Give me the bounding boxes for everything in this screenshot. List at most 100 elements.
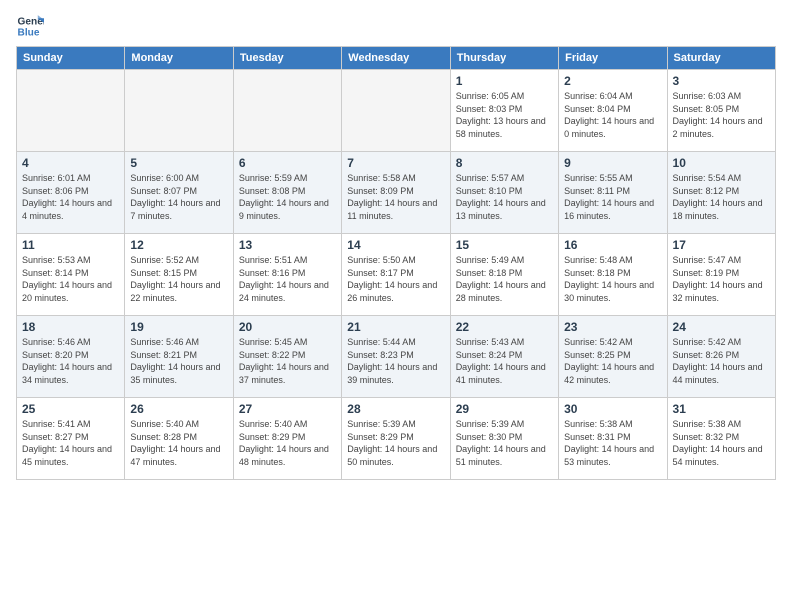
day-info: Sunrise: 6:04 AMSunset: 8:04 PMDaylight:… bbox=[564, 90, 661, 140]
day-number: 26 bbox=[130, 402, 227, 416]
day-info: Sunrise: 5:42 AMSunset: 8:26 PMDaylight:… bbox=[673, 336, 770, 386]
calendar-cell: 26 Sunrise: 5:40 AMSunset: 8:28 PMDayligh… bbox=[125, 398, 233, 480]
day-info: Sunrise: 5:58 AMSunset: 8:09 PMDaylight:… bbox=[347, 172, 444, 222]
calendar-cell: 11Sunrise: 5:53 AMSunset: 8:14 PMDayligh… bbox=[17, 234, 125, 316]
calendar-cell: 23 Sunrise: 5:42 AMSunset: 8:25 PMDayligh… bbox=[559, 316, 667, 398]
calendar-cell: 9Sunrise: 5:55 AMSunset: 8:11 PMDaylight… bbox=[559, 152, 667, 234]
calendar-cell: 13 Sunrise: 5:51 AMSunset: 8:16 PMDayligh… bbox=[233, 234, 341, 316]
calendar-cell: 14 Sunrise: 5:50 AMSunset: 8:17 PMDayligh… bbox=[342, 234, 450, 316]
calendar-cell: 5 Sunrise: 6:00 AMSunset: 8:07 PMDaylight… bbox=[125, 152, 233, 234]
calendar-cell: 28 Sunrise: 5:39 AMSunset: 8:29 PMDayligh… bbox=[342, 398, 450, 480]
day-info: Sunrise: 6:00 AMSunset: 8:07 PMDaylight:… bbox=[130, 172, 227, 222]
day-number: 7 bbox=[347, 156, 444, 170]
day-number: 31 bbox=[673, 402, 770, 416]
day-number: 28 bbox=[347, 402, 444, 416]
calendar-week-4: 18 Sunrise: 5:46 AMSunset: 8:20 PMDayligh… bbox=[17, 316, 776, 398]
calendar-cell: 3 Sunrise: 6:03 AMSunset: 8:05 PMDaylight… bbox=[667, 70, 775, 152]
calendar-cell: 31 Sunrise: 5:38 AMSunset: 8:32 PMDayligh… bbox=[667, 398, 775, 480]
col-header-monday: Monday bbox=[125, 47, 233, 70]
calendar-cell bbox=[125, 70, 233, 152]
calendar-cell: 29 Sunrise: 5:39 AMSunset: 8:30 PMDayligh… bbox=[450, 398, 558, 480]
day-info: Sunrise: 5:49 AMSunset: 8:18 PMDaylight:… bbox=[456, 254, 553, 304]
day-info: Sunrise: 5:59 AMSunset: 8:08 PMDaylight:… bbox=[239, 172, 336, 222]
calendar-cell: 12 Sunrise: 5:52 AMSunset: 8:15 PMDayligh… bbox=[125, 234, 233, 316]
calendar-cell: 6 Sunrise: 5:59 AMSunset: 8:08 PMDaylight… bbox=[233, 152, 341, 234]
col-header-friday: Friday bbox=[559, 47, 667, 70]
day-info: Sunrise: 5:57 AMSunset: 8:10 PMDaylight:… bbox=[456, 172, 553, 222]
day-info: Sunrise: 5:44 AMSunset: 8:23 PMDaylight:… bbox=[347, 336, 444, 386]
header-row: SundayMondayTuesdayWednesdayThursdayFrid… bbox=[17, 47, 776, 70]
day-number: 4 bbox=[22, 156, 119, 170]
day-info: Sunrise: 5:39 AMSunset: 8:29 PMDaylight:… bbox=[347, 418, 444, 468]
day-number: 20 bbox=[239, 320, 336, 334]
day-info: Sunrise: 5:38 AMSunset: 8:31 PMDaylight:… bbox=[564, 418, 661, 468]
calendar-cell: 20 Sunrise: 5:45 AMSunset: 8:22 PMDayligh… bbox=[233, 316, 341, 398]
calendar-cell: 17Sunrise: 5:47 AMSunset: 8:19 PMDayligh… bbox=[667, 234, 775, 316]
calendar-week-2: 4 Sunrise: 6:01 AMSunset: 8:06 PMDaylight… bbox=[17, 152, 776, 234]
day-info: Sunrise: 6:03 AMSunset: 8:05 PMDaylight:… bbox=[673, 90, 770, 140]
day-info: Sunrise: 6:01 AMSunset: 8:06 PMDaylight:… bbox=[22, 172, 119, 222]
calendar-cell: 25 Sunrise: 5:41 AMSunset: 8:27 PMDayligh… bbox=[17, 398, 125, 480]
calendar-cell: 10Sunrise: 5:54 AMSunset: 8:12 PMDayligh… bbox=[667, 152, 775, 234]
day-info: Sunrise: 5:39 AMSunset: 8:30 PMDaylight:… bbox=[456, 418, 553, 468]
day-number: 3 bbox=[673, 74, 770, 88]
svg-text:Blue: Blue bbox=[18, 27, 40, 38]
calendar-cell bbox=[233, 70, 341, 152]
day-info: Sunrise: 5:50 AMSunset: 8:17 PMDaylight:… bbox=[347, 254, 444, 304]
day-number: 6 bbox=[239, 156, 336, 170]
calendar-cell: 19 Sunrise: 5:46 AMSunset: 8:21 PMDayligh… bbox=[125, 316, 233, 398]
day-info: Sunrise: 5:51 AMSunset: 8:16 PMDaylight:… bbox=[239, 254, 336, 304]
header: General Blue bbox=[16, 12, 776, 40]
day-info: Sunrise: 5:46 AMSunset: 8:20 PMDaylight:… bbox=[22, 336, 119, 386]
day-number: 25 bbox=[22, 402, 119, 416]
calendar-week-1: 1Sunrise: 6:05 AMSunset: 8:03 PMDaylight… bbox=[17, 70, 776, 152]
day-number: 18 bbox=[22, 320, 119, 334]
day-number: 14 bbox=[347, 238, 444, 252]
day-info: Sunrise: 5:46 AMSunset: 8:21 PMDaylight:… bbox=[130, 336, 227, 386]
day-number: 16 bbox=[564, 238, 661, 252]
day-number: 9 bbox=[564, 156, 661, 170]
day-number: 19 bbox=[130, 320, 227, 334]
day-number: 5 bbox=[130, 156, 227, 170]
day-info: Sunrise: 5:54 AMSunset: 8:12 PMDaylight:… bbox=[673, 172, 770, 222]
day-info: Sunrise: 5:43 AMSunset: 8:24 PMDaylight:… bbox=[456, 336, 553, 386]
day-number: 15 bbox=[456, 238, 553, 252]
day-info: Sunrise: 5:38 AMSunset: 8:32 PMDaylight:… bbox=[673, 418, 770, 468]
day-number: 21 bbox=[347, 320, 444, 334]
calendar-cell: 16 Sunrise: 5:48 AMSunset: 8:18 PMDayligh… bbox=[559, 234, 667, 316]
calendar-cell: 18 Sunrise: 5:46 AMSunset: 8:20 PMDayligh… bbox=[17, 316, 125, 398]
calendar-table: SundayMondayTuesdayWednesdayThursdayFrid… bbox=[16, 46, 776, 480]
calendar-cell: 21 Sunrise: 5:44 AMSunset: 8:23 PMDayligh… bbox=[342, 316, 450, 398]
calendar-cell: 4 Sunrise: 6:01 AMSunset: 8:06 PMDaylight… bbox=[17, 152, 125, 234]
logo-icon: General Blue bbox=[16, 12, 44, 40]
day-info: Sunrise: 5:45 AMSunset: 8:22 PMDaylight:… bbox=[239, 336, 336, 386]
col-header-wednesday: Wednesday bbox=[342, 47, 450, 70]
calendar-cell: 24 Sunrise: 5:42 AMSunset: 8:26 PMDayligh… bbox=[667, 316, 775, 398]
day-number: 27 bbox=[239, 402, 336, 416]
calendar-cell: 30 Sunrise: 5:38 AMSunset: 8:31 PMDayligh… bbox=[559, 398, 667, 480]
calendar-cell: 7 Sunrise: 5:58 AMSunset: 8:09 PMDaylight… bbox=[342, 152, 450, 234]
col-header-thursday: Thursday bbox=[450, 47, 558, 70]
day-info: Sunrise: 5:52 AMSunset: 8:15 PMDaylight:… bbox=[130, 254, 227, 304]
day-info: Sunrise: 5:41 AMSunset: 8:27 PMDaylight:… bbox=[22, 418, 119, 468]
day-info: Sunrise: 5:48 AMSunset: 8:18 PMDaylight:… bbox=[564, 254, 661, 304]
calendar-cell: 22 Sunrise: 5:43 AMSunset: 8:24 PMDayligh… bbox=[450, 316, 558, 398]
calendar-cell: 15 Sunrise: 5:49 AMSunset: 8:18 PMDayligh… bbox=[450, 234, 558, 316]
day-number: 30 bbox=[564, 402, 661, 416]
calendar-week-5: 25 Sunrise: 5:41 AMSunset: 8:27 PMDayligh… bbox=[17, 398, 776, 480]
day-number: 11 bbox=[22, 238, 119, 252]
day-info: Sunrise: 5:40 AMSunset: 8:28 PMDaylight:… bbox=[130, 418, 227, 468]
day-info: Sunrise: 6:05 AMSunset: 8:03 PMDaylight:… bbox=[456, 90, 553, 140]
day-number: 22 bbox=[456, 320, 553, 334]
day-number: 12 bbox=[130, 238, 227, 252]
day-number: 2 bbox=[564, 74, 661, 88]
day-number: 24 bbox=[673, 320, 770, 334]
col-header-sunday: Sunday bbox=[17, 47, 125, 70]
logo: General Blue bbox=[16, 12, 44, 40]
day-number: 23 bbox=[564, 320, 661, 334]
day-number: 29 bbox=[456, 402, 553, 416]
day-number: 13 bbox=[239, 238, 336, 252]
calendar-cell: 2 Sunrise: 6:04 AMSunset: 8:04 PMDaylight… bbox=[559, 70, 667, 152]
calendar-week-3: 11Sunrise: 5:53 AMSunset: 8:14 PMDayligh… bbox=[17, 234, 776, 316]
day-info: Sunrise: 5:42 AMSunset: 8:25 PMDaylight:… bbox=[564, 336, 661, 386]
